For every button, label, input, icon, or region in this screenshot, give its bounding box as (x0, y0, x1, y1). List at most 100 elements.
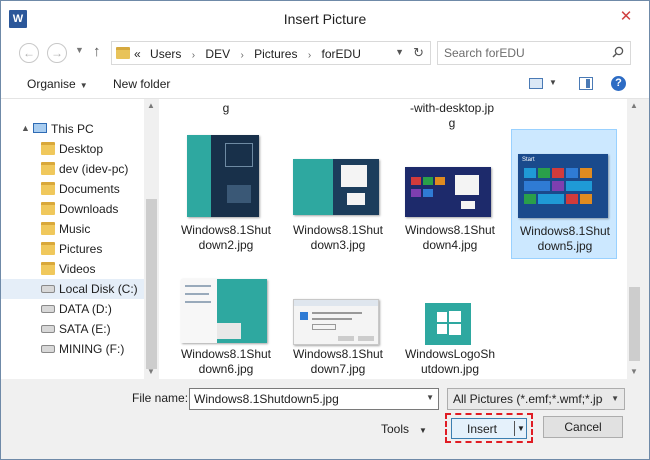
tree-item-documents[interactable]: Documents (1, 179, 144, 199)
folder-icon (41, 142, 55, 155)
insert-picture-dialog: W Insert Picture ✕ ← → ▼ ↑ « Users › DEV… (0, 0, 650, 460)
file-list-scrollbar[interactable]: ▲ ▼ (627, 99, 642, 379)
search-icon[interactable] (612, 46, 624, 58)
tree-item-label: This PC (51, 122, 94, 136)
command-bar: Organise ▼ New folder ▼ ? (1, 69, 649, 99)
address-row: ← → ▼ ↑ « Users › DEV › Pictures › forED… (1, 37, 649, 69)
tree-item-pictures[interactable]: Pictures (1, 239, 144, 259)
tools-button[interactable]: Tools ▼ (381, 422, 427, 436)
chevron-right-icon[interactable]: › (308, 50, 311, 61)
file-item-shutdown4[interactable]: Windows8.1Shut down4.jpg (397, 131, 503, 261)
scroll-up-arrow-icon[interactable]: ▲ (147, 101, 155, 110)
chevron-down-icon: ▼ (611, 394, 619, 403)
preview-pane-icon[interactable] (579, 77, 593, 90)
scroll-down-arrow-icon[interactable]: ▼ (147, 367, 155, 376)
organise-button[interactable]: Organise ▼ (27, 77, 88, 91)
search-box[interactable] (437, 41, 631, 65)
new-folder-button[interactable]: New folder (113, 77, 170, 91)
file-name-input[interactable] (194, 391, 414, 407)
tree-item-label: Local Disk (C:) (59, 282, 138, 296)
tree-item-mining-f[interactable]: MINING (F:) (1, 339, 144, 359)
help-icon[interactable]: ? (611, 76, 626, 91)
chevron-right-icon[interactable]: › (240, 50, 243, 61)
insert-button[interactable]: Insert ▼ (451, 418, 527, 439)
file-name: Windows8.1Shut down5.jpg (519, 224, 611, 253)
insert-label: Insert (466, 422, 497, 436)
forward-button[interactable]: → (47, 43, 67, 63)
view-options-dropdown[interactable]: ▼ (549, 78, 557, 87)
file-item-shutdown5[interactable]: Start Windows8.1Shut down5.jpg (511, 129, 617, 259)
breadcrumb-overflow[interactable]: « (134, 47, 141, 61)
navigation-pane: ▲ This PC Desktop dev (idev-pc) Document… (1, 99, 159, 379)
breadcrumb-pictures[interactable]: Pictures (254, 47, 297, 61)
insert-options-dropdown[interactable]: ▼ (517, 424, 525, 433)
tree-item-downloads[interactable]: Downloads (1, 199, 144, 219)
file-item-shutdown2[interactable]: Windows8.1Shut down2.jpg (173, 131, 279, 261)
chevron-down-icon[interactable]: ▼ (426, 393, 434, 402)
file-name: Windows8.1Shut down7.jpg (292, 347, 384, 376)
tree-item-videos[interactable]: Videos (1, 259, 144, 279)
scroll-up-arrow-icon[interactable]: ▲ (630, 101, 638, 110)
file-item-shutdown7[interactable]: Windows8.1Shut down7.jpg (285, 271, 391, 379)
address-bar[interactable]: « Users › DEV › Pictures › forEDU ▼ ↻ (111, 41, 431, 65)
drive-icon (41, 345, 55, 353)
up-button[interactable]: ↑ (93, 43, 101, 60)
recent-locations-dropdown[interactable]: ▼ (75, 45, 84, 55)
breadcrumb-users[interactable]: Users (150, 47, 181, 61)
folder-icon (41, 242, 55, 255)
computer-icon (33, 123, 47, 133)
thumbnail-image: Start (518, 154, 608, 218)
cancel-button[interactable]: Cancel (543, 416, 623, 438)
file-name-combobox[interactable]: ▼ (189, 388, 439, 410)
tree-item-desktop[interactable]: Desktop (1, 139, 144, 159)
thumbnail-image (293, 159, 379, 215)
dialog-title: Insert Picture (283, 11, 367, 27)
tree-item-label: Documents (59, 182, 120, 196)
drive-icon (41, 325, 55, 333)
folder-icon (41, 262, 55, 275)
close-button[interactable]: ✕ (611, 5, 641, 29)
tree-item-music[interactable]: Music (1, 219, 144, 239)
file-name-partial[interactable]: g (173, 101, 279, 116)
expand-arrow-icon[interactable]: ▲ (21, 123, 30, 133)
tree-item-dev[interactable]: dev (idev-pc) (1, 159, 144, 179)
navigation-scrollbar[interactable]: ▲ ▼ (144, 99, 159, 379)
file-name-label: File name: (132, 391, 189, 405)
file-name-partial[interactable]: -with-desktop.jp g (399, 101, 505, 131)
tree-item-label: Music (59, 222, 91, 236)
split-divider (514, 421, 515, 436)
file-item-windows-logo-shutdown[interactable]: WindowsLogoSh utdown.jpg (397, 271, 503, 379)
tree-item-label: MINING (F:) (59, 342, 125, 356)
thumbnail-image (293, 299, 379, 345)
chevron-down-icon: ▼ (419, 426, 427, 435)
tree-item-local-disk-c[interactable]: Local Disk (C:) (1, 279, 144, 299)
tree-item-this-pc[interactable]: ▲ This PC (1, 119, 144, 139)
file-list: g -with-desktop.jp g Windows8.1Shut down… (159, 99, 627, 379)
file-item-shutdown3[interactable]: Windows8.1Shut down3.jpg (285, 131, 391, 261)
chevron-right-icon[interactable]: › (192, 50, 195, 61)
thumbnail-start-text: Start (522, 157, 535, 163)
scrollbar-thumb[interactable] (629, 287, 640, 361)
refresh-icon[interactable]: ↻ (413, 45, 424, 61)
drive-icon (41, 285, 55, 293)
scrollbar-thumb[interactable] (146, 199, 157, 369)
scroll-down-arrow-icon[interactable]: ▼ (630, 367, 638, 376)
back-button[interactable]: ← (19, 43, 39, 63)
search-input[interactable] (444, 45, 604, 61)
tree-item-data-d[interactable]: DATA (D:) (1, 299, 144, 319)
file-type-filter[interactable]: All Pictures (*.emf;*.wmf;*.jpg;* ▼ (447, 388, 625, 410)
file-name: Windows8.1Shut down6.jpg (180, 347, 272, 376)
chevron-down-icon: ▼ (79, 81, 88, 90)
folder-icon (41, 202, 55, 215)
tree-item-label: Downloads (59, 202, 119, 216)
breadcrumb-foredu[interactable]: forEDU (322, 47, 361, 61)
tree-item-sata-e[interactable]: SATA (E:) (1, 319, 144, 339)
change-view-icon[interactable] (529, 78, 543, 89)
insert-highlight-box: Insert ▼ (445, 413, 533, 443)
file-item-shutdown6[interactable]: Windows8.1Shut down6.jpg (173, 271, 279, 379)
address-history-dropdown[interactable]: ▼ (395, 47, 404, 57)
breadcrumb-dev[interactable]: DEV (205, 47, 230, 61)
title-bar: W Insert Picture ✕ (1, 1, 649, 37)
file-name: Windows8.1Shut down4.jpg (404, 223, 496, 252)
thumbnail-image (405, 167, 491, 217)
